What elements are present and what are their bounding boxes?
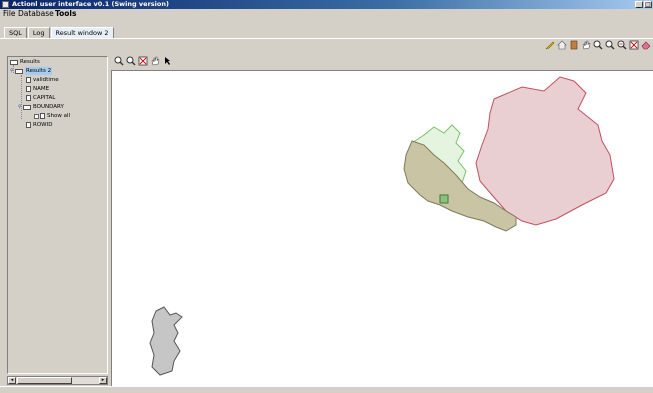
map-region-pink[interactable] xyxy=(475,76,615,226)
tree-label-results: Results xyxy=(20,59,40,65)
file-icon xyxy=(26,86,31,92)
tree-horizontal-scrollbar[interactable]: ◂ ▸ xyxy=(7,376,108,385)
folder-icon xyxy=(10,59,18,65)
tree-label-show-all: Show all xyxy=(47,113,71,119)
map-canvas[interactable] xyxy=(111,70,653,386)
tree-node-rowid[interactable]: ROWID xyxy=(26,121,52,129)
tab-divider xyxy=(0,38,653,39)
map-toolbar xyxy=(114,56,172,68)
tree-label-capital: CAPITAL xyxy=(33,95,56,101)
tree-node-results-2[interactable]: ⚲ Results 2 xyxy=(10,67,53,75)
tree-node-show-all[interactable]: Show all xyxy=(34,112,70,120)
tab-log[interactable]: Log xyxy=(27,27,50,38)
tree-node-capital[interactable]: CAPITAL xyxy=(26,94,55,102)
folder-icon xyxy=(15,68,23,74)
door-icon[interactable] xyxy=(569,40,579,50)
zoom-out-icon[interactable] xyxy=(126,56,136,66)
file-icon xyxy=(26,95,31,101)
expand-knob-icon[interactable]: ⚲ xyxy=(18,105,22,110)
expand-knob-icon[interactable]: ⚲ xyxy=(10,69,14,74)
tree-node-boundary[interactable]: ⚲ BOUNDARY xyxy=(18,103,64,111)
tree-label-boundary: BOUNDARY xyxy=(33,104,64,110)
tree-label-rowid: ROWID xyxy=(33,122,53,128)
scroll-right-arrow-icon[interactable]: ▸ xyxy=(99,377,107,384)
show-all-checkbox[interactable] xyxy=(34,113,39,119)
results-tree-panel: Results ⚲ Results 2 validtime NAME CAPIT… xyxy=(7,56,108,374)
zoom-in-2-icon[interactable] xyxy=(617,40,627,50)
menu-tools[interactable]: Tools xyxy=(55,9,76,19)
file-icon xyxy=(26,77,31,83)
map-region-grey[interactable] xyxy=(149,306,183,376)
map-region-small-green[interactable] xyxy=(439,194,449,204)
tab-bar: SQL Log Result window 2 xyxy=(4,27,115,38)
file-icon xyxy=(26,122,31,128)
window-title: Actionl user interface v0.1 (Swing versi… xyxy=(12,0,169,8)
tree-node-results[interactable]: Results xyxy=(10,58,40,66)
pan-hand-icon[interactable] xyxy=(150,56,160,66)
scroll-thumb[interactable] xyxy=(17,377,72,384)
scroll-left-arrow-icon[interactable]: ◂ xyxy=(8,377,16,384)
window-controls: _ □ xyxy=(635,1,652,8)
zoom-extent-icon[interactable] xyxy=(138,56,148,66)
app-icon xyxy=(2,1,9,8)
pencil-icon[interactable] xyxy=(545,40,555,50)
menu-file[interactable]: File xyxy=(3,9,16,19)
zoom-in-icon[interactable] xyxy=(114,56,124,66)
tree-label-name: NAME xyxy=(33,86,50,92)
eraser-icon[interactable] xyxy=(641,40,651,50)
zoom-in-icon[interactable] xyxy=(593,40,603,50)
tree-label-validtime: validtime xyxy=(33,77,59,83)
tab-result-window-2[interactable]: Result window 2 xyxy=(50,27,114,38)
main-toolbar xyxy=(545,40,651,52)
tree-node-name[interactable]: NAME xyxy=(26,85,49,93)
zoom-out-icon[interactable] xyxy=(605,40,615,50)
tab-sql[interactable]: SQL xyxy=(4,27,27,38)
hand-icon[interactable] xyxy=(581,40,591,50)
map-svg xyxy=(149,76,615,376)
tree-node-validtime[interactable]: validtime xyxy=(26,76,59,84)
minimize-button[interactable]: _ xyxy=(635,1,643,8)
folder-icon xyxy=(23,104,31,110)
home-icon[interactable] xyxy=(557,40,567,50)
menubar: File Database Tools xyxy=(0,9,653,19)
tree-label-results-2: Results 2 xyxy=(25,67,53,75)
file-icon xyxy=(40,113,45,119)
tree-connector xyxy=(21,75,22,119)
zoom-extent-icon[interactable] xyxy=(629,40,639,50)
window-titlebar: Actionl user interface v0.1 (Swing versi… xyxy=(0,0,653,9)
menu-database[interactable]: Database xyxy=(18,9,54,19)
maximize-button[interactable]: □ xyxy=(644,1,652,8)
pointer-icon[interactable] xyxy=(162,56,172,66)
results-tree: Results ⚲ Results 2 validtime NAME CAPIT… xyxy=(8,57,107,373)
